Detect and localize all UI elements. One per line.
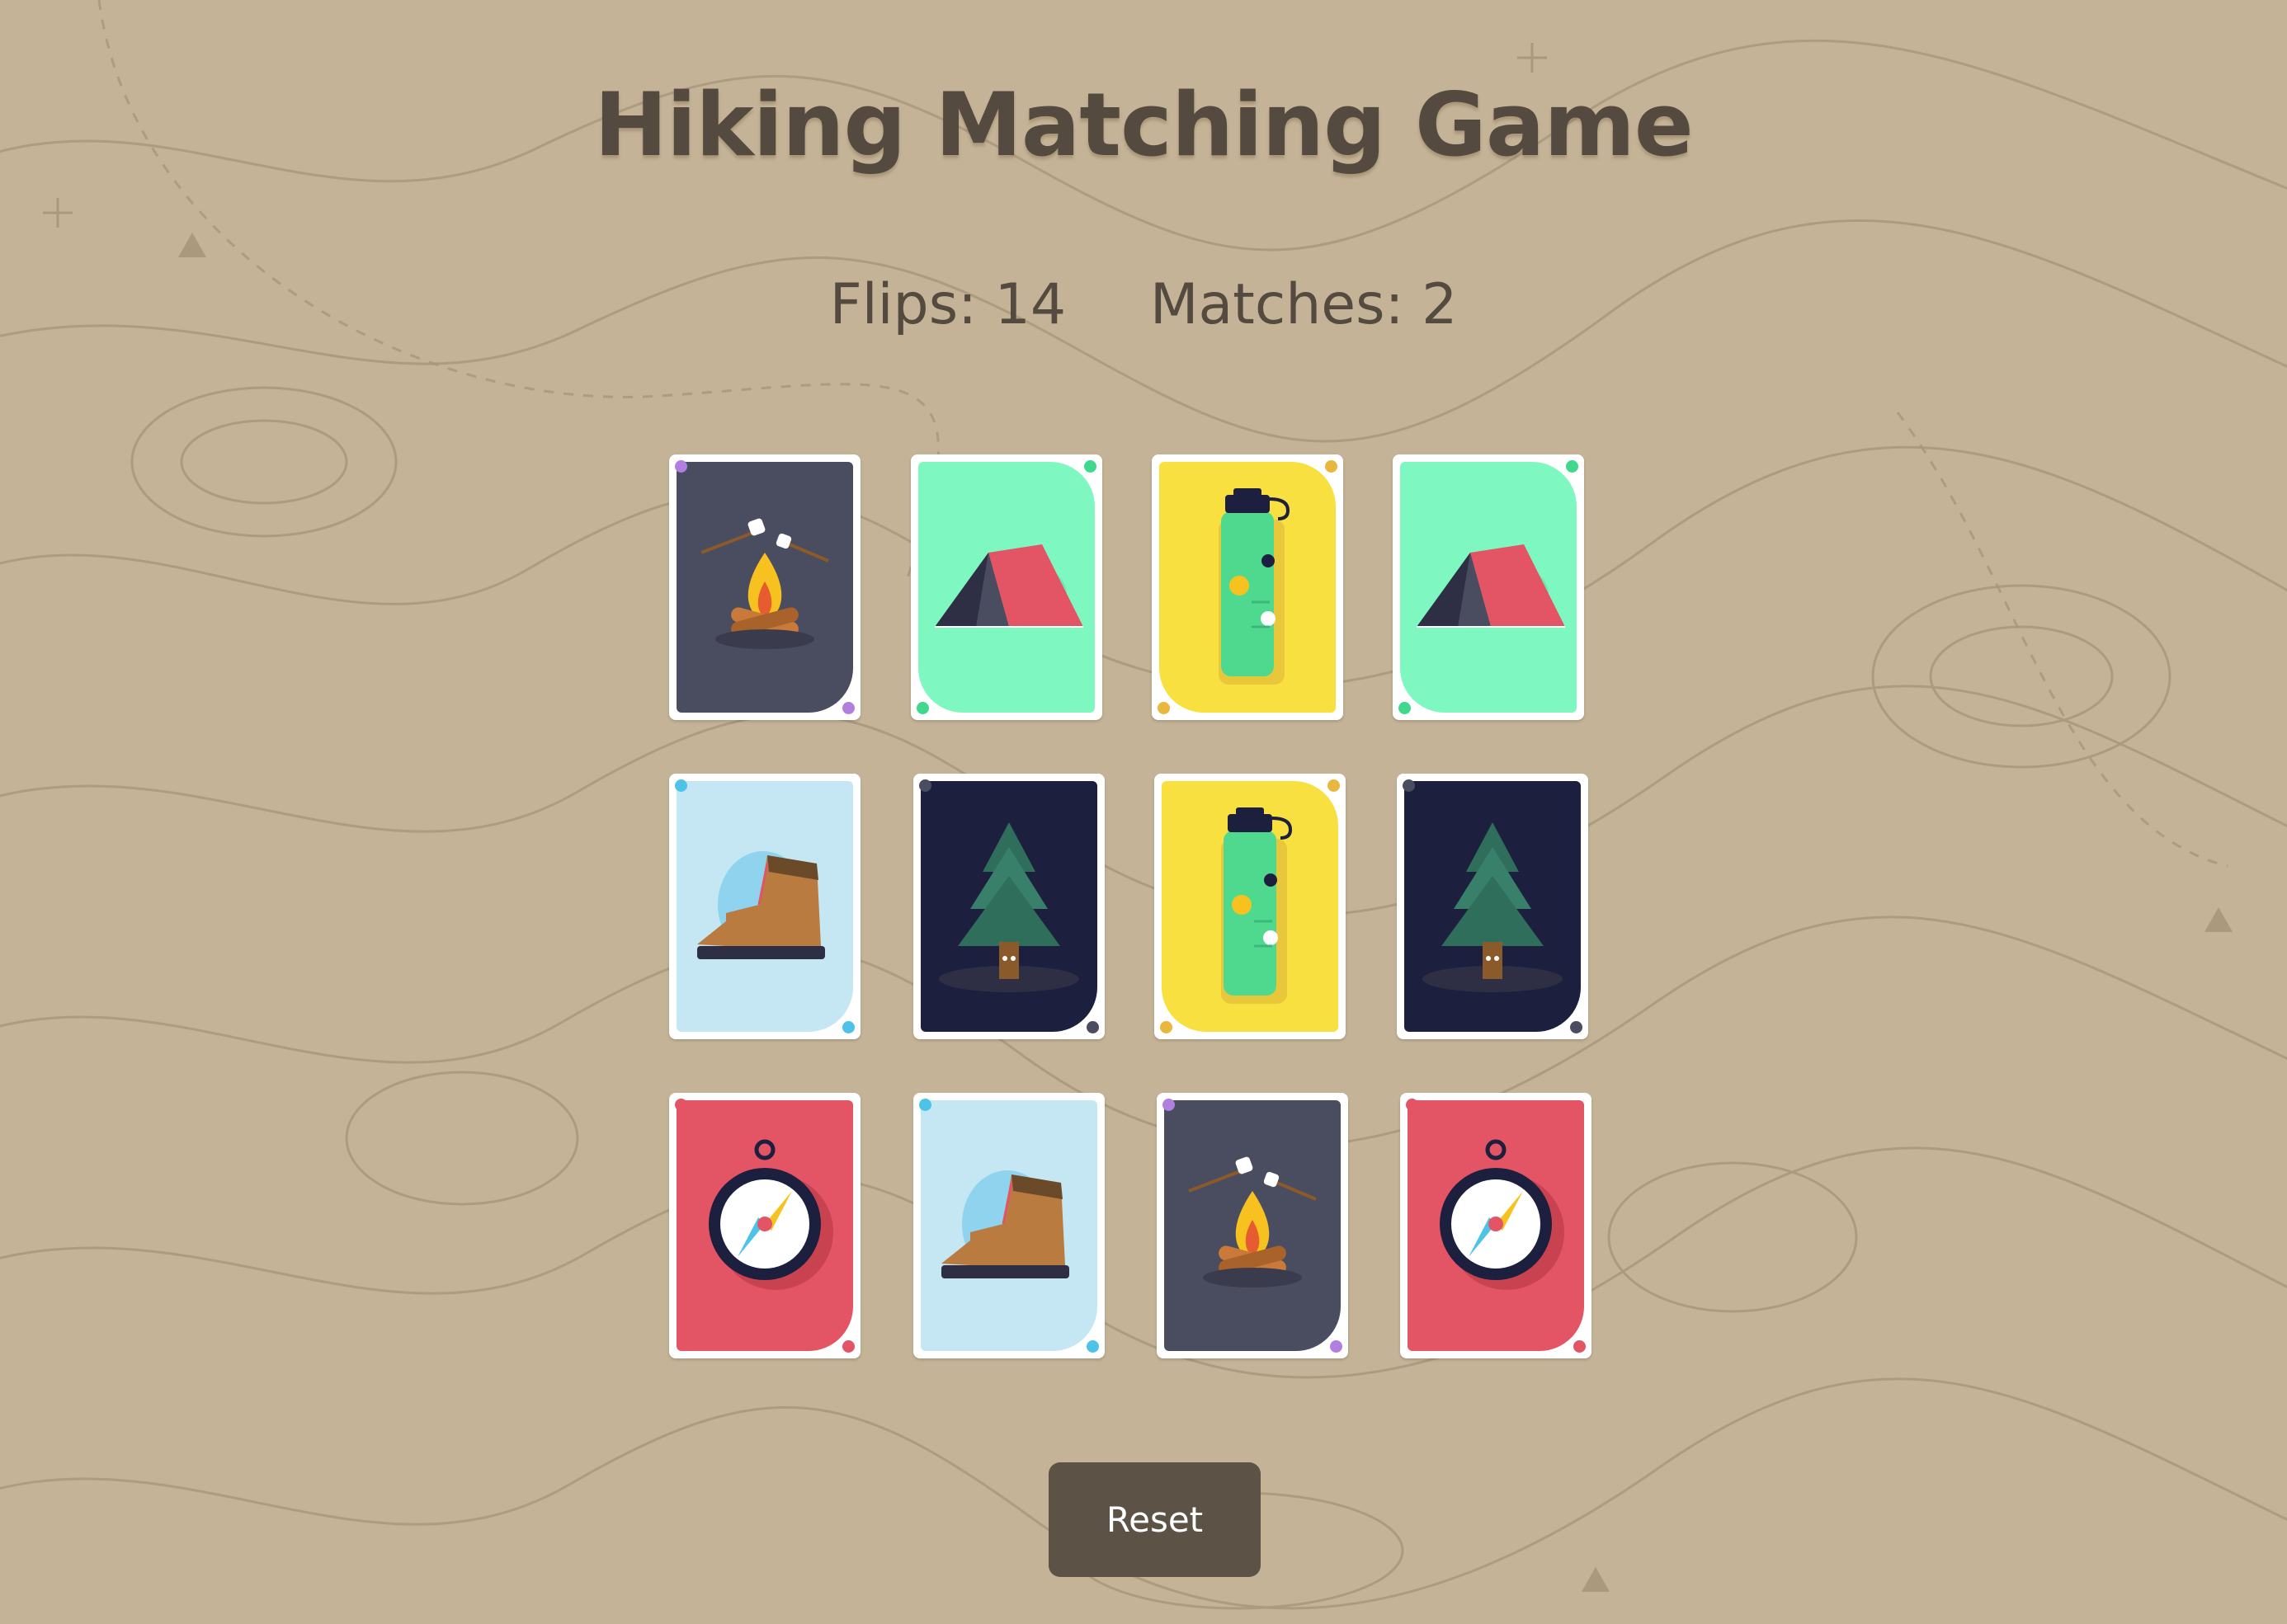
pine-tree-icon [1422,822,1563,992]
card-face [921,1100,1097,1351]
corner-dot [1160,1021,1172,1033]
topographic-background [0,0,2287,1610]
tent-icon [935,544,1083,628]
card-face [1404,781,1581,1032]
card-face [1159,462,1336,713]
stats-bar: Flips: 14 Matches: 2 [0,272,2287,337]
corner-dot [1162,1099,1175,1111]
reset-button[interactable]: Reset [1049,1462,1261,1577]
card[interactable] [1157,1093,1348,1358]
corner-dot [1403,779,1415,792]
card-face [1400,462,1577,713]
card[interactable] [1400,1093,1591,1358]
card-face [677,462,853,713]
card[interactable] [1154,774,1346,1039]
card[interactable] [669,1093,861,1358]
corner-dot [1566,460,1578,473]
card-face [1164,1100,1341,1351]
water-bottle-icon [1221,807,1293,1004]
card[interactable] [669,774,861,1039]
corner-dot [675,1099,687,1111]
corner-dot [1158,702,1170,714]
corner-dot [1087,1021,1099,1033]
corner-dot [917,702,929,714]
card-face [918,462,1095,713]
card[interactable] [1393,454,1584,720]
corner-dot [1398,702,1411,714]
flips-counter: Flips: 14 [829,272,1067,337]
compass-icon [1440,1139,1564,1290]
corner-dot [842,702,855,714]
corner-dot [1327,779,1340,792]
card-face [1162,781,1338,1032]
corner-dot [842,1021,855,1033]
card-face [677,1100,853,1351]
hiking-boot-icon [697,851,825,959]
corner-dot [1573,1340,1586,1353]
compass-icon [709,1139,833,1290]
campfire-icon [700,518,829,649]
card-face [1408,1100,1584,1351]
corner-dot [1325,460,1337,473]
card[interactable] [669,454,861,720]
card[interactable] [911,454,1102,720]
card-face [677,781,853,1032]
page-title: Hiking Matching Game [594,74,1694,176]
hiking-boot-icon [941,1170,1069,1278]
corner-dot [675,779,687,792]
card[interactable] [913,1093,1105,1358]
matches-counter: Matches: 2 [1149,272,1458,337]
card[interactable] [1397,774,1588,1039]
water-bottle-icon [1219,488,1290,685]
corner-dot [1406,1099,1418,1111]
corner-dot [919,779,931,792]
card-face [921,781,1097,1032]
corner-dot [919,1099,931,1111]
corner-dot [1570,1021,1582,1033]
pine-tree-icon [939,822,1079,992]
card[interactable] [1152,454,1343,720]
corner-dot [842,1340,855,1353]
campfire-icon [1188,1156,1317,1287]
corner-dot [1087,1340,1099,1353]
card[interactable] [913,774,1105,1039]
corner-dot [675,460,687,473]
corner-dot [1084,460,1096,473]
corner-dot [1330,1340,1342,1353]
tent-icon [1417,544,1565,628]
